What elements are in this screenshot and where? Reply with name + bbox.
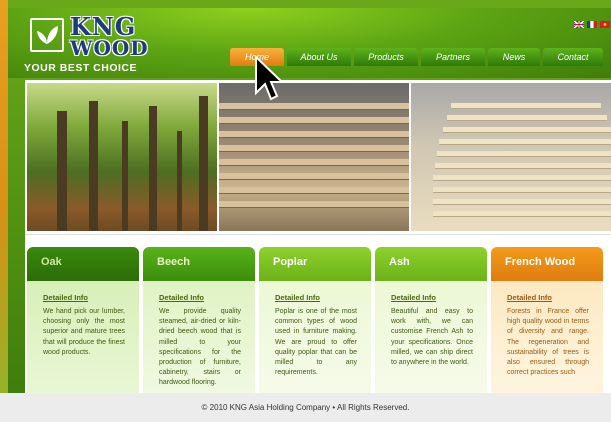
vietnam-flag-icon[interactable]: [600, 21, 610, 28]
card-poplar: Poplar Detailed Info Poplar is one of th…: [259, 247, 371, 397]
logo-leaf-icon[interactable]: [30, 18, 64, 52]
card-title[interactable]: French Wood: [491, 247, 603, 281]
card-body: Detailed Info Forests in France offer hi…: [491, 281, 603, 397]
nav-products[interactable]: Products: [354, 48, 418, 66]
card-oak: Oak Detailed Info We hand pick our lumbe…: [27, 247, 139, 397]
nav-contact[interactable]: Contact: [543, 48, 603, 66]
detailed-info-link[interactable]: Detailed Info: [275, 293, 357, 302]
language-switcher: [574, 21, 610, 28]
card-body: Detailed Info Beautiful and easy to work…: [375, 281, 487, 397]
card-title[interactable]: Oak: [27, 247, 139, 281]
logo-name-line2[interactable]: WOOD: [70, 38, 149, 58]
card-body: Detailed Info We hand pick our lumber, c…: [27, 281, 139, 397]
main-content: Oak Detailed Info We hand pick our lumbe…: [25, 80, 611, 397]
forest-photo: [27, 83, 217, 231]
card-description: Beautiful and easy to work with, we can …: [391, 308, 473, 367]
detailed-info-link[interactable]: Detailed Info: [391, 293, 473, 302]
french-flag-icon[interactable]: [587, 21, 597, 28]
wood-stack-photo: [411, 83, 611, 231]
english-flag-icon[interactable]: [574, 21, 584, 28]
card-ash: Ash Detailed Info Beautiful and easy to …: [375, 247, 487, 397]
nav-about-us[interactable]: About Us: [287, 48, 351, 66]
site-header: KNG WOOD YOUR BEST CHOICE Home About Us …: [8, 8, 611, 78]
mouse-pointer-icon: [255, 55, 282, 101]
card-description: Forests in France offer high quality woo…: [507, 308, 589, 377]
card-french-wood: French Wood Detailed Info Forests in Fra…: [491, 247, 603, 397]
main-nav: Home About Us Products Partners News Con…: [230, 48, 603, 66]
card-description: We hand pick our lumber, choosing only t…: [43, 308, 125, 356]
section-divider: [25, 234, 611, 235]
site-footer: © 2010 KNG Asia Holding Company • All Ri…: [0, 393, 611, 422]
card-body: Detailed Info We provide quality steamed…: [143, 281, 255, 397]
detailed-info-link[interactable]: Detailed Info: [43, 293, 125, 302]
nav-news[interactable]: News: [488, 48, 540, 66]
brand-tagline: YOUR BEST CHOICE: [24, 62, 138, 74]
detailed-info-link[interactable]: Detailed Info: [159, 293, 241, 302]
card-description: We provide quality steamed, air-dried or…: [159, 308, 241, 387]
card-body: Detailed Info Poplar is one of the most …: [259, 281, 371, 397]
card-title[interactable]: Beech: [143, 247, 255, 281]
hero-photo-strip: [27, 83, 611, 231]
card-description: Poplar is one of the most common types o…: [275, 308, 357, 377]
card-title[interactable]: Ash: [375, 247, 487, 281]
card-title[interactable]: Poplar: [259, 247, 371, 281]
nav-partners[interactable]: Partners: [421, 48, 485, 66]
wood-types-cards: Oak Detailed Info We hand pick our lumbe…: [27, 247, 603, 397]
detailed-info-link[interactable]: Detailed Info: [507, 293, 589, 302]
card-beech: Beech Detailed Info We provide quality s…: [143, 247, 255, 397]
logo-name-line1[interactable]: KNG: [70, 15, 136, 39]
lumber-planks-photo: [219, 83, 409, 231]
page-edge-strip: [0, 0, 8, 422]
